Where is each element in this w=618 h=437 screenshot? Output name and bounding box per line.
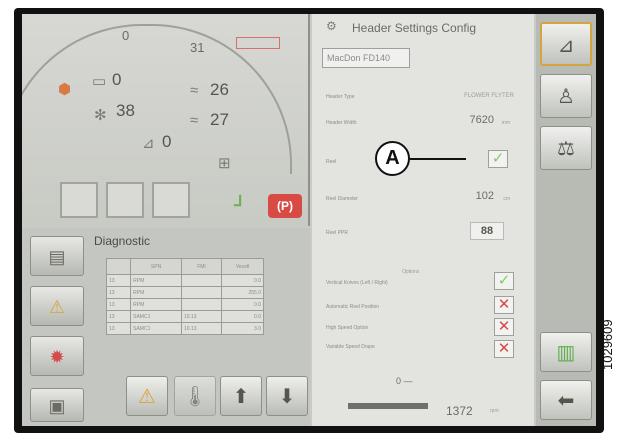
table-row[interactable]: 13 SAMC1 10.13 0.0 xyxy=(105,310,264,323)
col-id xyxy=(105,258,132,275)
gauge-bottom: 0 xyxy=(162,132,172,151)
reel-checkbox[interactable]: ✓ xyxy=(488,150,508,168)
arrow-up-icon: ⬆ xyxy=(232,386,250,408)
reel-speed-slider[interactable] xyxy=(348,403,428,409)
reel-ppr-label: Reel PPR xyxy=(326,230,348,236)
flow-icon: ≈ xyxy=(190,112,199,129)
back-button[interactable]: ⬅ xyxy=(540,380,592,420)
gauge-left-upper: 0 xyxy=(112,70,122,89)
callout-a: A xyxy=(375,141,410,176)
back-arrow-icon: ⬅ xyxy=(557,390,575,412)
machine-button[interactable]: ▣ xyxy=(30,388,84,422)
machine-dashboard: 0 31 ⬢ 0 38 26 27 0 ▭ ✻ ⊿ ≈ ≈ ⊞ ⅃ (P) xyxy=(22,14,310,226)
option-label: High Speed Option xyxy=(326,325,369,331)
machine-icon: ▣ xyxy=(48,396,66,416)
header-type-value[interactable]: FLOWER FLYTER xyxy=(464,93,514,99)
variable-speed-drape-checkbox[interactable]: ✕ xyxy=(494,340,514,358)
fan-icon: ✻ xyxy=(94,107,107,124)
service-button[interactable]: ▥ xyxy=(540,332,592,372)
hazard-icon: ⬢ xyxy=(58,81,72,98)
warning-settings-button[interactable]: ⚠ xyxy=(30,286,84,326)
col-header: SPN xyxy=(130,258,182,275)
header-width-value[interactable]: 7620 xyxy=(470,114,494,126)
fault-icon: ✹ xyxy=(49,347,65,367)
thermometer-icon: 🌡 xyxy=(182,386,208,408)
arrow-down-icon: ⬇ xyxy=(278,386,296,408)
gauge-left-lower: 38 xyxy=(116,101,135,120)
reel-label: Reel xyxy=(326,159,337,165)
tilt-icon: ⊿ xyxy=(142,135,155,152)
gauge-top-center: 31 xyxy=(190,40,205,55)
warning-settings-icon: ⚠ xyxy=(48,297,66,317)
steering-icon: ⅃ xyxy=(234,193,243,210)
option-label: Variable Speed Drape xyxy=(326,344,375,350)
module-icon: ▤ xyxy=(48,247,66,267)
table-row[interactable]: 13 SAMC1 10.13 3.0 xyxy=(105,322,264,335)
reel-diameter-unit: cm xyxy=(503,196,510,202)
balance-button[interactable]: ⚖ xyxy=(540,126,592,170)
flow-icon: ≈ xyxy=(190,82,199,99)
gauge-right-lower: 27 xyxy=(210,110,229,129)
terminal-screen: 0 31 ⬢ 0 38 26 27 0 ▭ ✻ ⊿ ≈ ≈ ⊞ ⅃ (P) ▤ … xyxy=(22,14,596,426)
parking-brake-indicator: (P) xyxy=(268,194,302,218)
figure-id: 1029609 xyxy=(600,319,615,370)
status-slot-1 xyxy=(60,182,98,218)
settings-title: Header Settings Config xyxy=(352,21,477,35)
col-header: Vecell xyxy=(221,258,264,275)
operator-icon: ♙ xyxy=(557,86,575,108)
reel-diameter-value[interactable]: 102 xyxy=(476,190,494,202)
status-slot-2 xyxy=(106,182,144,218)
balance-icon: ⚖ xyxy=(557,138,575,160)
auto-reel-position-checkbox[interactable]: ✕ xyxy=(494,296,514,314)
settings-icon: ⚙ xyxy=(326,19,337,33)
header-type-label: Header Type xyxy=(326,94,355,100)
options-header: Options xyxy=(402,269,420,275)
callout-leader-line xyxy=(410,158,466,160)
header-height-icon: ▭ xyxy=(92,73,107,90)
header-tilt-icon: ⊿ xyxy=(557,35,575,57)
diagnostic-title: Diagnostic xyxy=(94,234,151,248)
gauge-top-left: 0 xyxy=(122,28,130,43)
option-label: Vertical Knives (Left / Right) xyxy=(326,280,388,286)
warning-button[interactable]: ⚠ xyxy=(126,376,168,416)
diagnostic-table: SPN FMI Vecell 13 RPM 0.0 13 RPM 255.0 13 RPM… xyxy=(105,258,264,335)
table-row[interactable]: 13 RPM 0.0 xyxy=(105,274,264,287)
header-width-unit: mm xyxy=(501,120,510,126)
header-config-button[interactable]: ⊿ xyxy=(540,22,592,66)
module-button[interactable]: ▤ xyxy=(30,236,84,276)
gauge-right-upper: 26 xyxy=(210,80,229,99)
reel-diameter-label: Reel Diameter xyxy=(326,196,358,202)
alert-indicator-strip xyxy=(236,37,280,49)
service-icon: ▥ xyxy=(556,342,576,364)
high-speed-option-checkbox[interactable]: ✕ xyxy=(494,318,514,336)
header-width-label: Header Width xyxy=(326,120,357,126)
thermometer-button[interactable]: 🌡 xyxy=(174,376,216,416)
header-model-select[interactable]: MacDon FD140 xyxy=(322,48,410,68)
scroll-up-button[interactable]: ⬆ xyxy=(220,376,262,416)
col-header: FMI xyxy=(180,258,223,275)
right-button-strip: ⊿ ♙ ⚖ ▥ ⬅ xyxy=(536,14,596,426)
tractor-icon: ⊞ xyxy=(218,155,231,172)
table-row[interactable]: 13 RPM 0.0 xyxy=(105,298,264,311)
header-settings-panel: ⚙ Header Settings Config MacDon FD140 He… xyxy=(312,14,534,426)
option-label: Automatic Reel Position xyxy=(326,304,380,310)
reel-ppr-field[interactable]: 88 xyxy=(470,222,504,240)
table-row[interactable]: 13 RPM 255.0 xyxy=(105,286,264,299)
warning-icon: ⚠ xyxy=(138,386,156,408)
fault-button[interactable]: ✹ xyxy=(30,336,84,376)
operator-button[interactable]: ♙ xyxy=(540,74,592,118)
reel-speed-value[interactable]: 1372 xyxy=(446,404,473,418)
slider-zero-label: 0 — xyxy=(396,376,413,386)
reel-speed-unit: rpm xyxy=(490,408,499,414)
scroll-down-button[interactable]: ⬇ xyxy=(266,376,308,416)
status-slot-3 xyxy=(152,182,190,218)
vertical-knives-checkbox[interactable]: ✓ xyxy=(494,272,514,290)
